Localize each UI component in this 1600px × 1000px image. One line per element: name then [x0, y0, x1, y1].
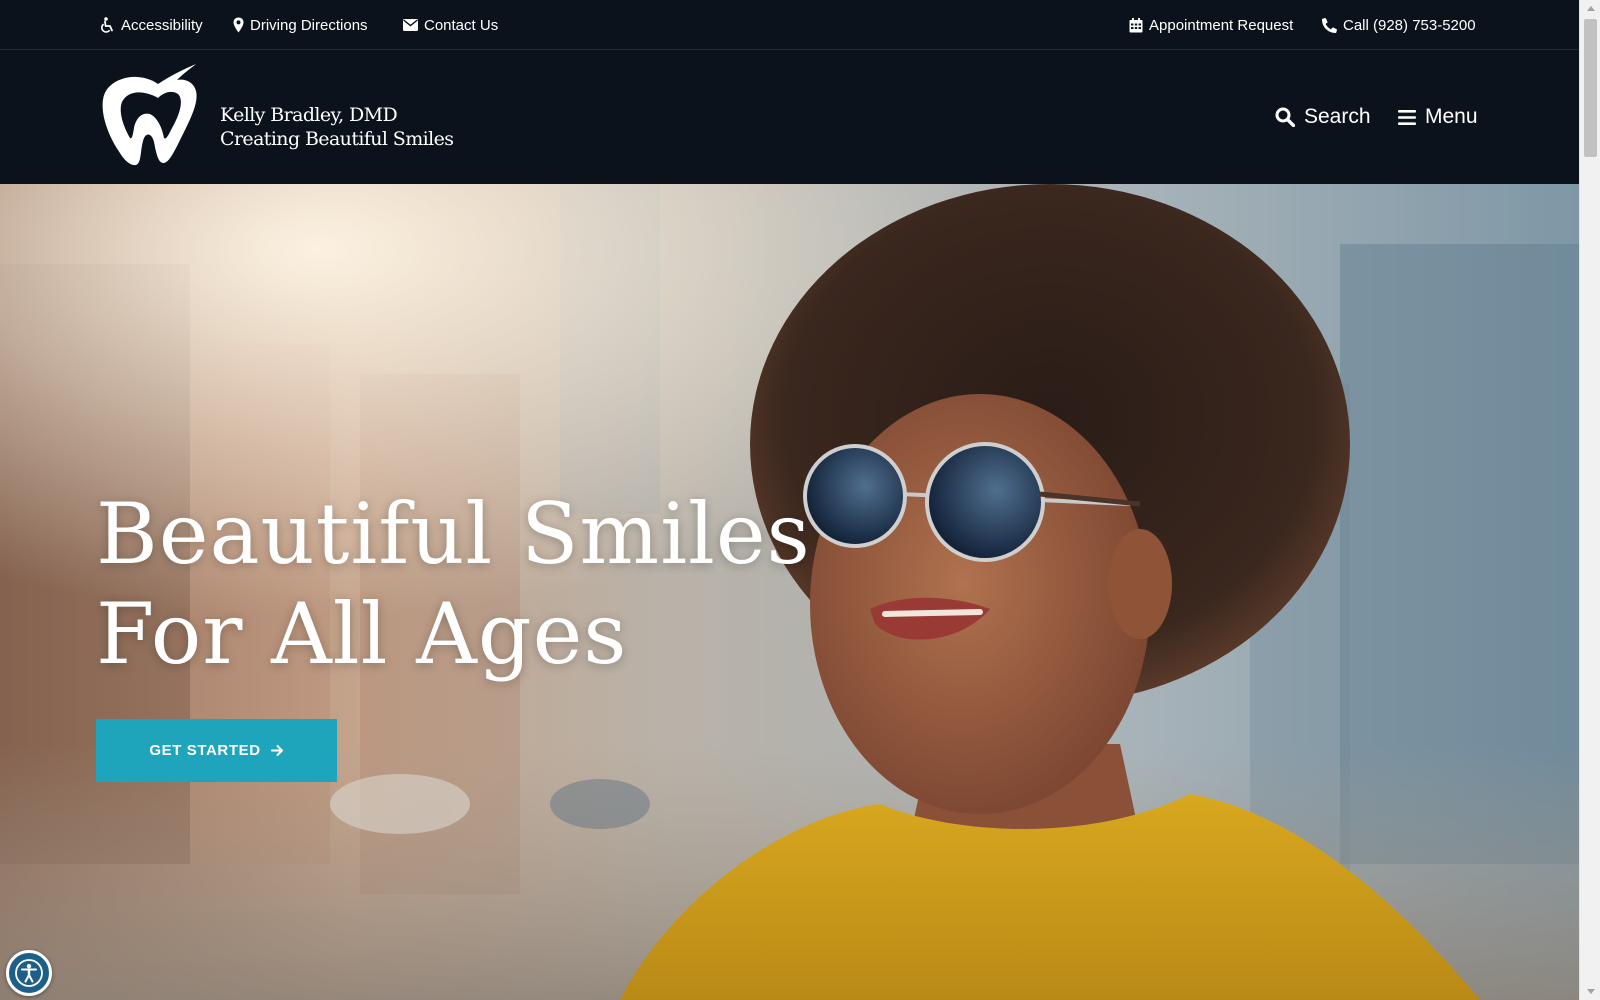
accessibility-person-icon	[15, 959, 43, 987]
arrow-right-icon	[270, 745, 283, 756]
menu-button[interactable]: Menu	[1398, 50, 1478, 184]
scroll-down-arrow[interactable]	[1580, 983, 1600, 1000]
contact-us-label: Contact Us	[424, 16, 499, 34]
hero-section: Beautiful Smiles For All Ages GET STARTE…	[0, 184, 1579, 1000]
site-header: Kelly Bradley, DMD Creating Beautiful Sm…	[0, 50, 1579, 184]
contact-us-link[interactable]: Contact Us	[403, 0, 498, 50]
menu-label: Menu	[1425, 105, 1478, 128]
search-button[interactable]: Search	[1275, 50, 1371, 184]
hero-title-line1: Beautiful Smiles	[96, 485, 811, 583]
search-label: Search	[1304, 105, 1371, 128]
driving-directions-link[interactable]: Driving Directions	[233, 0, 368, 50]
hero-title: Beautiful Smiles For All Ages	[96, 484, 811, 684]
hamburger-icon	[1398, 109, 1416, 125]
scroll-up-arrow[interactable]	[1580, 0, 1600, 17]
logo-name: Kelly Bradley, DMD	[220, 104, 398, 126]
driving-directions-label: Driving Directions	[250, 16, 368, 34]
get-started-label: GET STARTED	[149, 742, 261, 759]
search-icon	[1275, 107, 1295, 127]
page-scrollbar[interactable]	[1579, 0, 1600, 1000]
hero-title-line2: For All Ages	[96, 585, 628, 683]
get-started-button[interactable]: GET STARTED	[96, 719, 337, 782]
call-phone-label: Call (928) 753-5200	[1343, 16, 1476, 34]
accessibility-widget-button[interactable]	[6, 950, 52, 996]
map-marker-icon	[233, 17, 244, 33]
accessibility-link[interactable]: Accessibility	[100, 0, 203, 50]
logo-text: Kelly Bradley, DMD Creating Beautiful Sm…	[220, 103, 454, 151]
tooth-logo-icon	[102, 64, 197, 166]
envelope-icon	[403, 19, 418, 31]
triangle-down-icon	[1586, 989, 1595, 994]
logo-tagline: Creating Beautiful Smiles	[220, 128, 454, 150]
accessibility-label: Accessibility	[121, 16, 203, 34]
triangle-up-icon	[1586, 6, 1595, 11]
wheelchair-icon	[101, 17, 113, 33]
appointment-request-link[interactable]: Appointment Request	[1129, 0, 1293, 50]
calendar-icon	[1129, 17, 1143, 32]
page: Accessibility Driving Directions Contact…	[0, 0, 1579, 1000]
utility-bar: Accessibility Driving Directions Contact…	[0, 0, 1579, 50]
scroll-thumb[interactable]	[1584, 19, 1597, 157]
appointment-request-label: Appointment Request	[1149, 16, 1294, 34]
phone-icon	[1322, 17, 1337, 33]
call-phone-link[interactable]: Call (928) 753-5200	[1322, 0, 1476, 50]
site-logo-link[interactable]: Kelly Bradley, DMD Creating Beautiful Sm…	[100, 62, 454, 172]
